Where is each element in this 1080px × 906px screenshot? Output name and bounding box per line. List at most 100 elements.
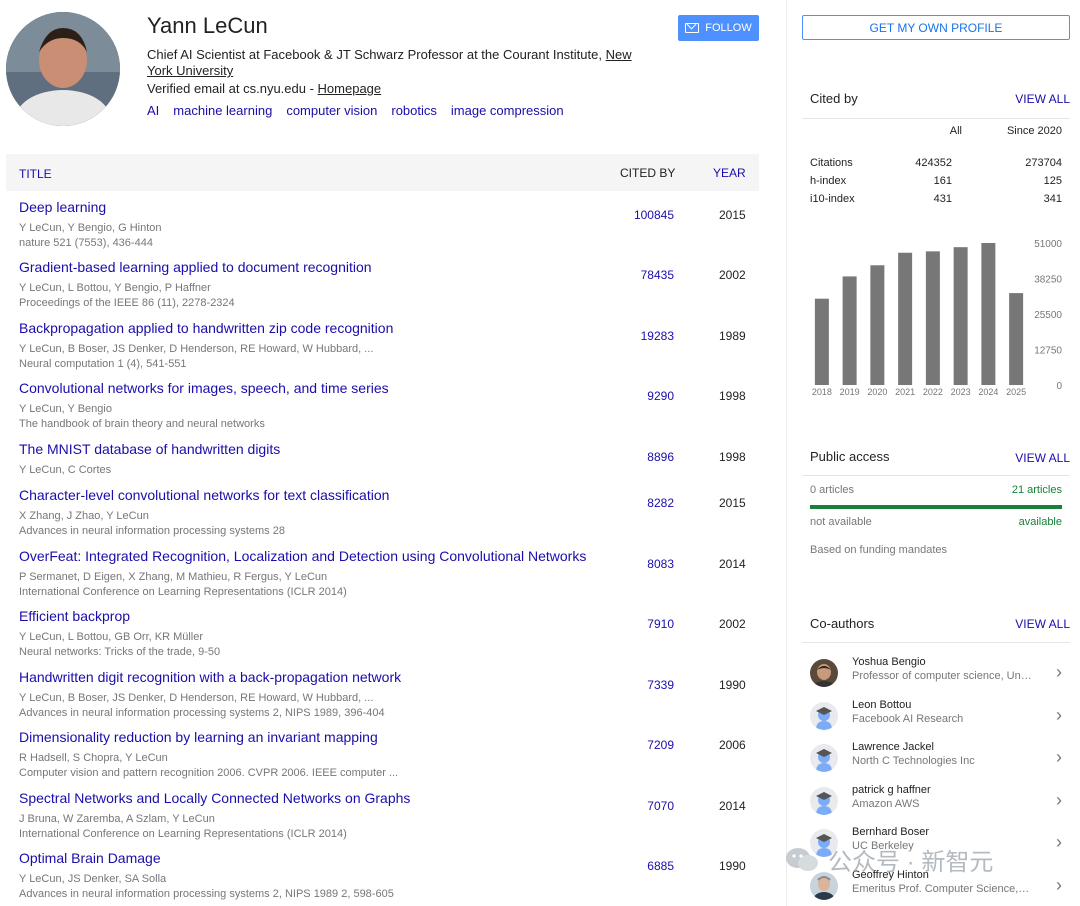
- paper-year: 1989: [719, 329, 746, 343]
- mail-icon: [685, 23, 700, 33]
- table-row: Efficient backprop Y LeCun, L Bottou, GB…: [6, 608, 759, 669]
- paper-venue: Advances in neural information processin…: [19, 888, 394, 900]
- paper-title-link[interactable]: Character-level convolutional networks f…: [19, 487, 389, 503]
- paper-year: 2002: [719, 617, 746, 631]
- stats-since-value: 341: [1043, 193, 1062, 205]
- chevron-right-icon: ›: [1056, 790, 1062, 810]
- coauthor-item[interactable]: patrick g haffner Amazon AWS ›: [802, 784, 1070, 826]
- cited-by-link[interactable]: 8083: [647, 557, 674, 571]
- paper-title-link[interactable]: Convolutional networks for images, speec…: [19, 380, 389, 396]
- sort-title-button[interactable]: TITLE: [19, 167, 52, 181]
- paper-title-link[interactable]: OverFeat: Integrated Recognition, Locali…: [19, 548, 586, 564]
- interest-link[interactable]: AI: [147, 103, 159, 118]
- get-own-profile-button[interactable]: GET MY OWN PROFILE: [802, 15, 1070, 40]
- table-row: Spectral Networks and Locally Connected …: [6, 790, 759, 850]
- coauthor-affiliation: Facebook AI Research: [852, 713, 964, 725]
- cited-by-link[interactable]: 7339: [647, 678, 674, 692]
- profile-photo: [6, 12, 120, 126]
- paper-title-link[interactable]: Efficient backprop: [19, 608, 130, 624]
- stats-since-value: 273704: [1025, 157, 1062, 169]
- coauthors-title: Co-authors: [810, 616, 875, 631]
- profile-name: Yann LeCun: [147, 13, 268, 38]
- y-tick-label: 25500: [1034, 310, 1062, 321]
- coauthor-item[interactable]: Lawrence Jackel North C Technologies Inc…: [802, 741, 1070, 783]
- email-text: Verified email at cs.nyu.edu -: [147, 81, 318, 96]
- cited-by-title: Cited by: [810, 91, 858, 106]
- y-tick-label: 12750: [1034, 346, 1062, 357]
- paper-year: 2002: [719, 268, 746, 282]
- divider: [802, 118, 1070, 119]
- cited-by-link[interactable]: 7209: [647, 738, 674, 752]
- affiliation-text: Chief AI Scientist at Facebook & JT Schw…: [147, 47, 606, 62]
- chart-bar[interactable]: [870, 265, 885, 385]
- table-row: Backpropagation applied to handwritten z…: [6, 320, 759, 380]
- paper-title-link[interactable]: Gradient-based learning applied to docum…: [19, 259, 372, 275]
- interest-link[interactable]: image compression: [451, 103, 564, 118]
- not-available-label: not available: [810, 516, 872, 528]
- cited-by-link[interactable]: 7070: [647, 799, 674, 813]
- stats-since-value: 125: [1043, 175, 1062, 187]
- cited-by-link[interactable]: 8282: [647, 496, 674, 510]
- paper-title-link[interactable]: Deep learning: [19, 199, 106, 215]
- chart-bar[interactable]: [898, 252, 913, 385]
- stats-label: i10-index: [810, 193, 855, 205]
- paper-title-link[interactable]: Backpropagation applied to handwritten z…: [19, 320, 393, 336]
- cited-by-link[interactable]: 19283: [641, 329, 674, 343]
- paper-title-link[interactable]: Handwritten digit recognition with a bac…: [19, 669, 401, 685]
- stats-row: h-index 161 125: [810, 175, 1062, 193]
- stats-all-value: 424352: [915, 157, 952, 169]
- cited-by-link[interactable]: 6885: [647, 859, 674, 873]
- chevron-right-icon: ›: [1056, 705, 1062, 725]
- public-access-view-all-link[interactable]: VIEW ALL: [1015, 451, 1070, 465]
- stats-col-since: Since 2020: [1006, 125, 1062, 137]
- paper-title-link[interactable]: Optimal Brain Damage: [19, 850, 161, 866]
- paper-title-link[interactable]: Spectral Networks and Locally Connected …: [19, 790, 410, 806]
- paper-year: 2014: [719, 799, 746, 813]
- cited-by-link[interactable]: 8896: [647, 450, 674, 464]
- cited-by-link[interactable]: 7910: [647, 617, 674, 631]
- cited-by-view-all-link[interactable]: VIEW ALL: [1015, 92, 1070, 106]
- chart-bar[interactable]: [981, 243, 996, 385]
- homepage-link[interactable]: Homepage: [318, 81, 382, 96]
- available-count[interactable]: 21 articles: [1012, 484, 1062, 496]
- chart-bar[interactable]: [814, 298, 829, 385]
- chart-bar[interactable]: [842, 276, 857, 385]
- coauthors-view-all-link[interactable]: VIEW ALL: [1015, 617, 1070, 631]
- stats-header-row: All Since 2020: [810, 125, 1062, 155]
- not-available-count[interactable]: 0 articles: [810, 484, 854, 496]
- chart-bar[interactable]: [925, 251, 940, 385]
- interest-link[interactable]: computer vision: [286, 103, 377, 118]
- watermark-text: 公众号 · 新智元: [828, 849, 994, 876]
- follow-button[interactable]: FOLLOW: [678, 15, 759, 41]
- paper-authors: P Sermanet, D Eigen, X Zhang, M Mathieu,…: [19, 571, 328, 583]
- chart-bar[interactable]: [1009, 293, 1024, 385]
- table-row: Convolutional networks for images, speec…: [6, 380, 759, 441]
- paper-year: 1998: [719, 389, 746, 403]
- divider: [802, 475, 1070, 476]
- publications-table-header: TITLE CITED BY YEAR: [6, 154, 759, 191]
- cited-by-link[interactable]: 100845: [634, 208, 674, 222]
- funding-mandates-note: Based on funding mandates: [810, 544, 947, 556]
- coauthor-name: Bernhard Boser: [852, 826, 930, 838]
- coauthor-name: Lawrence Jackel: [852, 741, 934, 753]
- paper-authors: Y LeCun, Y Bengio, G Hinton: [19, 222, 162, 234]
- sort-year-button[interactable]: YEAR: [713, 166, 746, 180]
- paper-title-link[interactable]: Dimensionality reduction by learning an …: [19, 729, 378, 745]
- paper-venue: Computer vision and pattern recognition …: [19, 767, 399, 779]
- cited-by-link[interactable]: 9290: [647, 389, 674, 403]
- paper-venue: Proceedings of the IEEE 86 (11), 2278-23…: [19, 297, 235, 309]
- interest-link[interactable]: robotics: [391, 103, 437, 118]
- paper-venue: Neural computation 1 (4), 541-551: [19, 358, 187, 370]
- research-interests: AI machine learning computer vision robo…: [147, 103, 564, 118]
- coauthor-item[interactable]: Yoshua Bengio Professor of computer scie…: [802, 656, 1070, 698]
- cited-by-link[interactable]: 78435: [641, 268, 674, 282]
- chevron-right-icon: ›: [1056, 747, 1062, 767]
- paper-year: 1990: [719, 678, 746, 692]
- profile-affiliation: Chief AI Scientist at Facebook & JT Schw…: [147, 47, 657, 79]
- coauthor-item[interactable]: Leon Bottou Facebook AI Research ›: [802, 699, 1070, 741]
- chart-bar[interactable]: [953, 247, 968, 385]
- paper-year: 1990: [719, 859, 746, 873]
- paper-title-link[interactable]: The MNIST database of handwritten digits: [19, 441, 280, 457]
- sort-cited-by-button[interactable]: CITED BY: [620, 166, 675, 180]
- interest-link[interactable]: machine learning: [173, 103, 272, 118]
